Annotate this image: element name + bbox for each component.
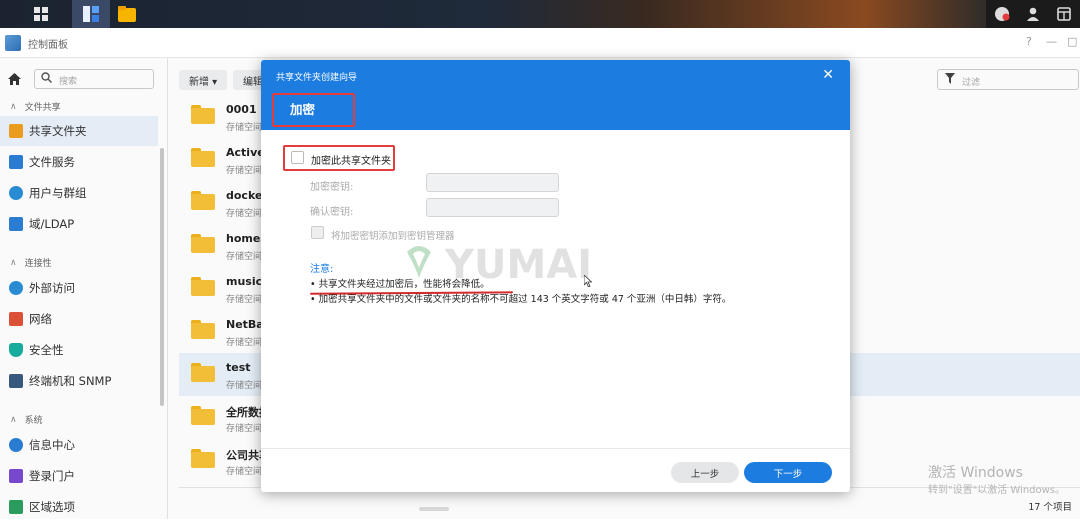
help-button[interactable]: ? [1026,35,1032,48]
mouse-cursor-icon [584,275,592,287]
note-title: 注意: [310,264,334,275]
key-label: 加密密钥: [310,182,354,193]
main-menu-button[interactable] [22,0,60,28]
key-manager-checkbox[interactable] [311,226,324,239]
dialog-title: 共享文件夹创建向导 [276,73,358,83]
widgets-icon[interactable] [1055,5,1073,23]
close-icon[interactable]: ✕ [822,67,834,83]
control-panel-icon [83,6,99,22]
taskbar-control-panel[interactable] [72,0,110,28]
next-button[interactable]: 下一步 [744,462,832,483]
control-panel-app-icon [5,35,21,51]
file-station-icon [118,6,136,22]
encryption-key-input[interactable] [426,173,559,192]
maximize-button[interactable]: □ [1067,35,1077,48]
note-performance: • 共享文件夹经过加密后，性能将会降低。 [310,279,490,290]
confirm-key-input[interactable] [426,198,559,217]
taskbar [0,0,1080,28]
previous-button[interactable]: 上一步 [671,462,739,483]
minimize-button[interactable]: — [1046,35,1057,48]
chat-icon[interactable] [993,5,1011,23]
window-title: 控制面板 [28,40,68,51]
grid-icon [34,7,48,21]
note-name-limit: • 加密共享文件夹中的文件或文件夹的名称不可超过 143 个英文字符或 47 个… [310,294,732,305]
highlight-box-step [272,93,355,127]
confirm-key-label: 确认密钥: [310,207,354,218]
user-icon[interactable] [1024,5,1042,23]
encrypt-checkbox-label: 加密此共享文件夹 [311,156,391,167]
encrypt-checkbox[interactable] [291,151,304,164]
taskbar-file-station[interactable] [112,0,142,28]
window-titlebar: 控制面板 ? — □ [0,28,1080,58]
share-folder-wizard-dialog: 共享文件夹创建向导 ✕ 加密 加密此共享文件夹 加密密钥: 确认密钥: 将加密密… [261,60,850,492]
taskbar-tray [986,0,1080,28]
